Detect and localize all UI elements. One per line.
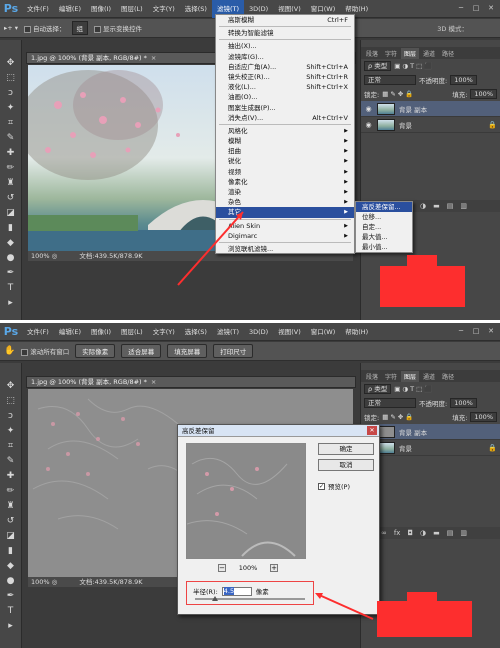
redaction-block	[407, 255, 437, 267]
redaction-block	[377, 601, 472, 637]
screenshot-bottom: Ps 文件(F) 编辑(E) 图像(I) 图层(L) 文字(Y) 选择(S) 滤镜(T) 3D…	[0, 323, 500, 648]
screenshot-top: Ps 文件(F) 编辑(E) 图像(I) 图层(L) 文字(Y) 选择(S) 滤镜(T) 3D…	[0, 0, 500, 320]
redaction-block	[380, 266, 465, 307]
redaction-block	[407, 592, 437, 604]
